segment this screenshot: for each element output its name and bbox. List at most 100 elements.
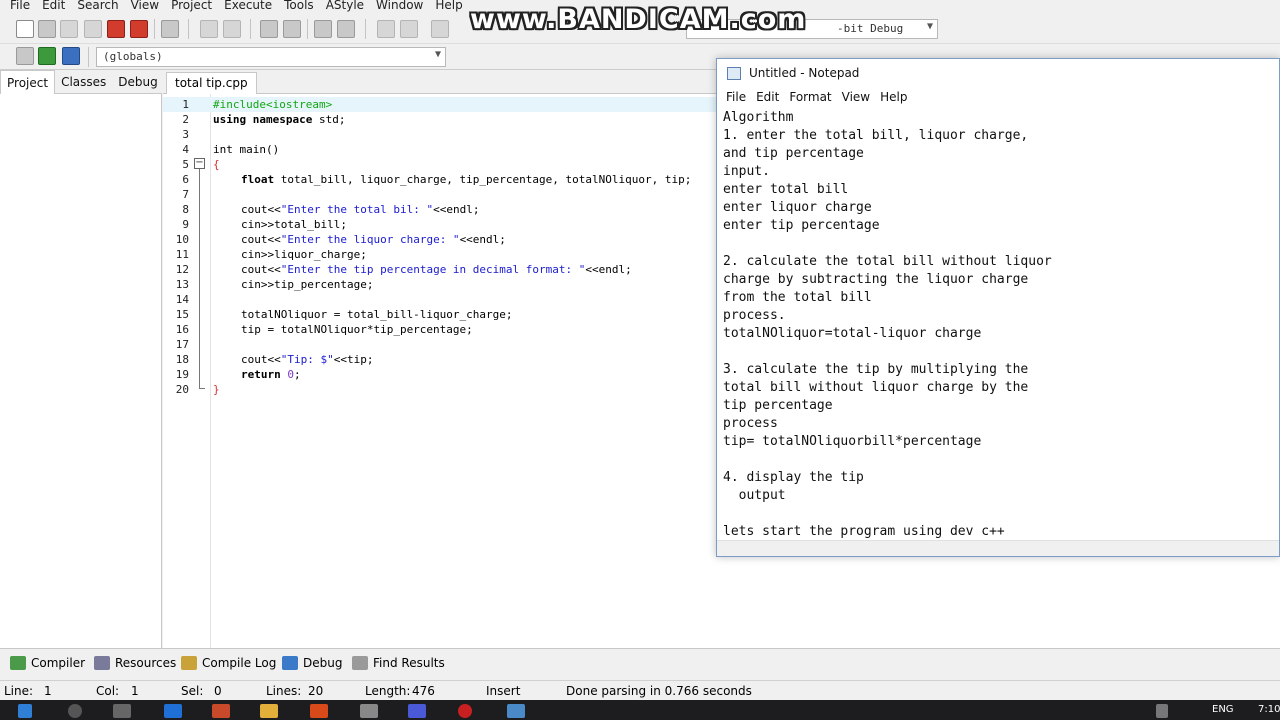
- code-line: 2 using namespace std;: [182, 113, 346, 126]
- project-panel: [0, 70, 162, 648]
- windows-taskbar: ENG 7:10: [0, 700, 1280, 720]
- code-line: 18 cout<<"Tip: $"<<tip;: [175, 353, 374, 366]
- bandicam-watermark: www.BANDICAM.com: [470, 4, 807, 35]
- code-line: 9 cin>>total_bill;: [182, 218, 347, 231]
- replace-icon[interactable]: [283, 20, 301, 38]
- code-line: 13 cin>>tip_percentage;: [175, 278, 374, 291]
- bookmark-icon[interactable]: [62, 47, 80, 65]
- code-line: 12 cout<<"Enter the tip percentage in dec…: [175, 263, 632, 276]
- tab-find-results[interactable]: Find Results: [352, 656, 445, 670]
- folder-icon[interactable]: [260, 704, 278, 718]
- edge-icon[interactable]: [164, 704, 182, 718]
- clock[interactable]: 7:10: [1258, 704, 1280, 715]
- indent-icon[interactable]: [314, 20, 332, 38]
- menu-help[interactable]: Help: [433, 0, 472, 14]
- status-col-label: Col:: [96, 684, 120, 698]
- notepad-icon[interactable]: [507, 704, 525, 718]
- find-icon[interactable]: [260, 20, 278, 38]
- status-line-label: Line:: [4, 684, 34, 698]
- search-icon: [352, 656, 368, 670]
- horizontal-scrollbar[interactable]: [717, 540, 1279, 556]
- bandicam-icon[interactable]: [458, 704, 472, 718]
- close-file-icon[interactable]: [107, 20, 125, 38]
- store-icon[interactable]: [212, 704, 230, 718]
- tab-compiler[interactable]: Compiler: [10, 656, 85, 670]
- tab-debug[interactable]: Debug: [112, 70, 163, 93]
- left-panel-tabs: Project Classes Debug: [0, 70, 162, 94]
- menu-view[interactable]: View: [129, 0, 169, 14]
- status-length-label: Length:: [365, 684, 411, 698]
- app-icon[interactable]: [360, 704, 378, 718]
- open-icon[interactable]: [38, 20, 56, 38]
- chevron-down-icon: ▼: [434, 49, 441, 60]
- code-line: 10 cout<<"Enter the liquor charge: "<<end…: [175, 233, 506, 246]
- code-line: 20}: [175, 383, 220, 396]
- status-mode: Insert: [486, 684, 521, 698]
- notepad-menu-file[interactable]: File: [725, 87, 755, 109]
- menu-project[interactable]: Project: [169, 0, 222, 14]
- goto-icon[interactable]: [38, 47, 56, 65]
- notepad-menu-view[interactable]: View: [841, 87, 879, 109]
- status-lines-label: Lines:: [266, 684, 302, 698]
- menu-tools[interactable]: Tools: [282, 0, 324, 14]
- save-icon[interactable]: [60, 20, 78, 38]
- menu-edit[interactable]: Edit: [40, 0, 75, 14]
- language-indicator[interactable]: ENG: [1212, 704, 1234, 715]
- check-icon: [282, 656, 298, 670]
- firefox-icon[interactable]: [310, 704, 328, 718]
- save-all-icon[interactable]: [84, 20, 102, 38]
- tab-resources[interactable]: Resources: [94, 656, 176, 670]
- tab-total-tip-cpp[interactable]: total tip.cpp: [166, 72, 257, 94]
- new-file-icon[interactable]: [16, 20, 34, 38]
- notepad-icon: [727, 66, 741, 80]
- notepad-text-area[interactable]: Algorithm 1. enter the total bill, liquo…: [723, 109, 1271, 541]
- status-sel-value: 0: [214, 684, 222, 698]
- tab-debug-bottom[interactable]: Debug: [282, 656, 342, 670]
- print-icon[interactable]: [161, 20, 179, 38]
- close-all-icon[interactable]: [130, 20, 148, 38]
- menu-astyle[interactable]: AStyle: [324, 0, 374, 14]
- menu-file[interactable]: File: [8, 0, 40, 14]
- status-line-value: 1: [44, 684, 52, 698]
- class-browser-icon[interactable]: [16, 47, 34, 65]
- stop-icon[interactable]: [431, 20, 449, 38]
- menu-search[interactable]: Search: [75, 0, 128, 14]
- code-line: 4 int main(): [182, 143, 280, 156]
- code-line: 5{: [182, 158, 220, 171]
- code-line: 8 cout<<"Enter the total bil: "<<endl;: [182, 203, 480, 216]
- code-line: 6 float total_bill, liquor_charge, tip_pe…: [182, 173, 692, 186]
- unindent-icon[interactable]: [337, 20, 355, 38]
- notepad-menu-edit[interactable]: Edit: [755, 87, 788, 109]
- notepad-window: Untitled - Notepad File Edit Format View…: [716, 58, 1280, 557]
- resources-icon: [94, 656, 110, 670]
- tab-compile-log[interactable]: Compile Log: [181, 656, 276, 670]
- bottom-panel-tabs: Compiler Resources Compile Log Debug Fin…: [0, 648, 1280, 678]
- menu-window[interactable]: Window: [374, 0, 433, 14]
- code-line: 7: [182, 188, 189, 201]
- undo-icon[interactable]: [200, 20, 218, 38]
- forward-icon[interactable]: [400, 20, 418, 38]
- menu-execute[interactable]: Execute: [222, 0, 282, 14]
- notepad-title: Untitled - Notepad: [749, 66, 860, 80]
- chart-icon: [181, 656, 197, 670]
- globals-select[interactable]: (globals) ▼: [96, 47, 446, 67]
- redo-icon[interactable]: [223, 20, 241, 38]
- status-lines-value: 20: [308, 684, 324, 698]
- notepad-titlebar[interactable]: Untitled - Notepad: [717, 59, 1279, 87]
- compiler-icon: [10, 656, 26, 670]
- task-view-icon[interactable]: [113, 704, 131, 718]
- tab-project[interactable]: Project: [0, 70, 56, 94]
- devcpp-icon[interactable]: [408, 704, 426, 718]
- notepad-menu-format[interactable]: Format: [788, 87, 840, 109]
- network-icon[interactable]: [1156, 704, 1168, 718]
- start-icon[interactable]: [18, 704, 32, 718]
- code-line: 14: [175, 293, 189, 306]
- code-line: 19 return 0;: [175, 368, 301, 381]
- code-line: 16 tip = totalNOliquor*tip_percentage;: [175, 323, 473, 336]
- notepad-menu-help[interactable]: Help: [879, 87, 916, 109]
- search-icon[interactable]: [68, 704, 82, 718]
- chevron-down-icon: ▼: [926, 21, 933, 32]
- back-icon[interactable]: [377, 20, 395, 38]
- tab-classes[interactable]: Classes: [55, 70, 112, 93]
- code-line: 15 totalNOliquor = total_bill-liquor_char…: [175, 308, 513, 321]
